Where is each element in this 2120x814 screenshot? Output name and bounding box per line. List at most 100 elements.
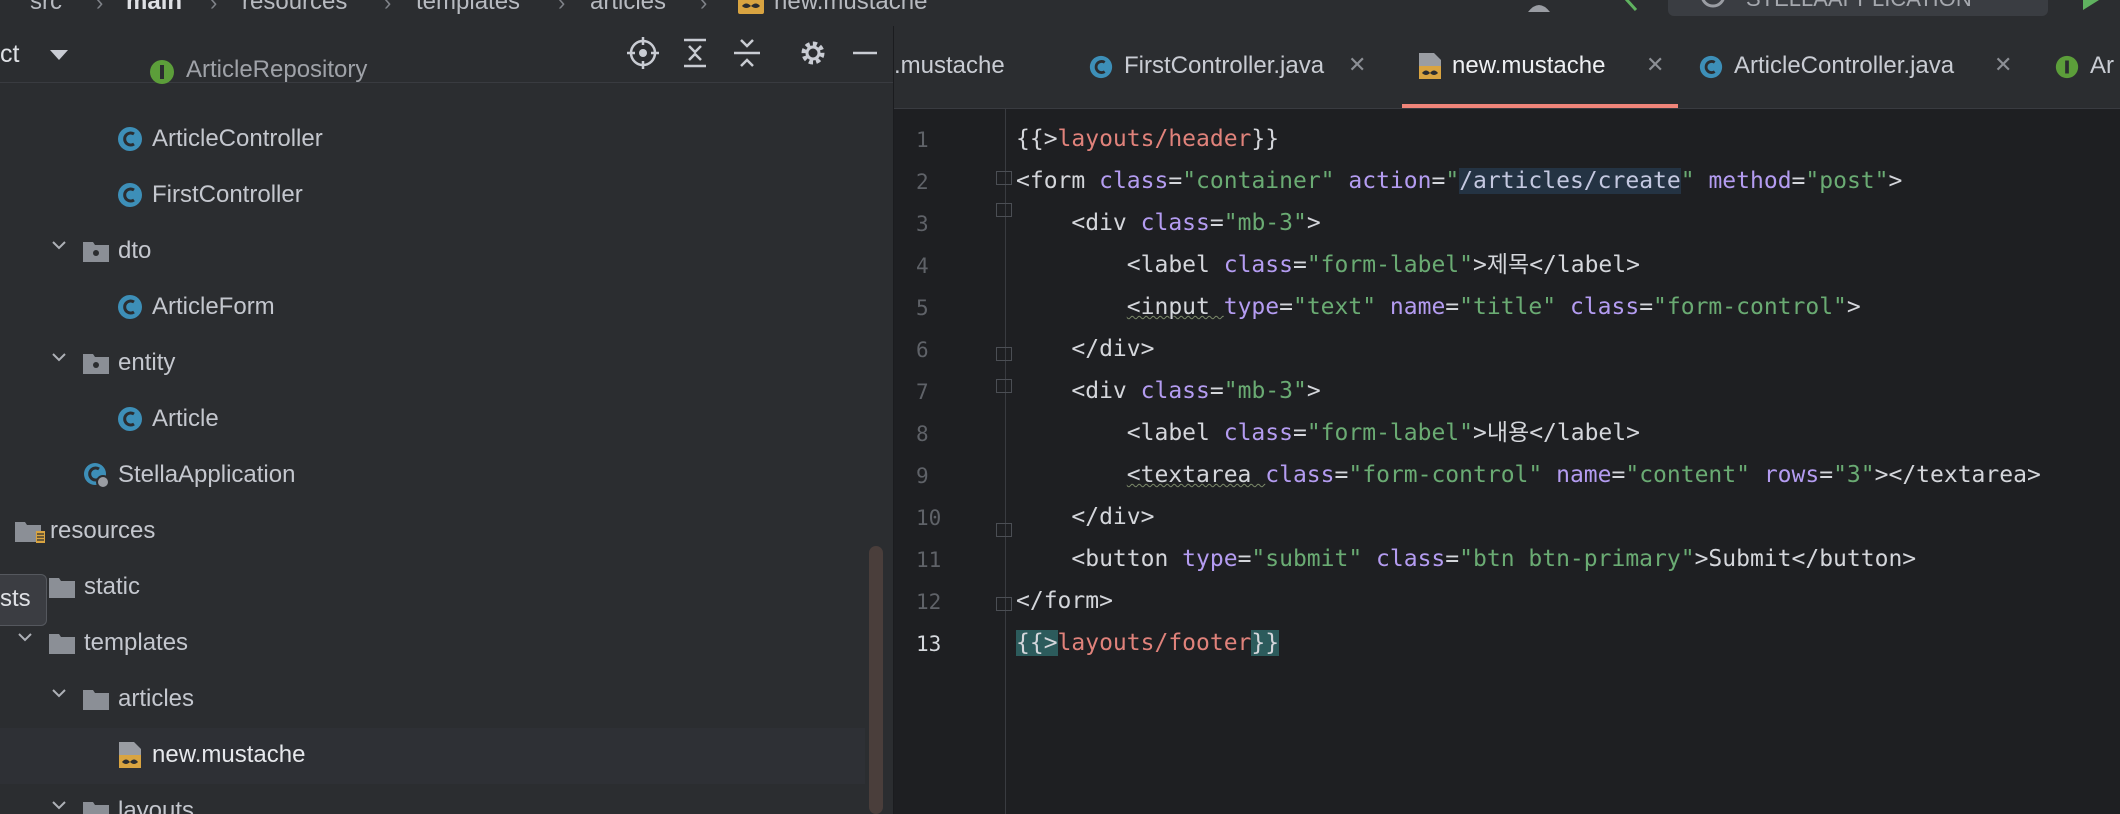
code-token: <form (1016, 168, 1100, 194)
tree-item-layouts[interactable]: layouts (0, 784, 865, 814)
close-icon[interactable]: ✕ (1646, 52, 1664, 78)
code-token: "post" (1805, 168, 1889, 194)
interface-icon (2054, 54, 2080, 85)
code-token: name (1389, 294, 1446, 320)
tab-new-mustache[interactable]: new.mustache ✕ (1402, 26, 1678, 108)
project-panel-scrollbar[interactable] (869, 546, 883, 814)
tree-item-articlecontroller[interactable]: ArticleController (0, 112, 865, 168)
tree-item-label: new.mustache (152, 741, 306, 768)
code-token: > (1888, 168, 1903, 194)
fold-marker-icon[interactable] (996, 597, 1012, 611)
line-number: 7 (916, 380, 929, 404)
back-arrow-icon[interactable] (1620, 0, 1642, 12)
fold-marker-icon[interactable] (996, 379, 1012, 393)
code-line[interactable]: <div class="mb-3"> (1016, 374, 1320, 408)
code-line[interactable]: <div class="mb-3"> (1016, 206, 1321, 240)
line-number: 8 (916, 422, 929, 446)
fold-marker-icon[interactable] (996, 203, 1012, 217)
code-line[interactable]: </div> (1016, 332, 1154, 366)
chevron-down-icon[interactable] (52, 238, 66, 252)
resources-folder-icon (14, 517, 45, 545)
class-icon (116, 405, 144, 433)
tree-item-articles[interactable]: articles (0, 672, 865, 728)
tab-firstcontroller[interactable]: FirstController.java ✕ (1088, 26, 1378, 108)
chevron-down-icon[interactable] (18, 630, 32, 644)
code-token: > (1846, 294, 1861, 320)
tab-articlerepository[interactable]: Ar (2054, 26, 2120, 108)
run-icon[interactable] (2080, 0, 2102, 12)
tree-item-entity[interactable]: entity (0, 336, 865, 392)
code-token: "container" (1182, 168, 1349, 194)
close-icon[interactable]: ✕ (1994, 52, 2012, 78)
class-icon (1088, 54, 1114, 85)
code-area[interactable]: {{>layouts/header}} <form class="containe… (1016, 108, 2116, 814)
code-token: > (1306, 210, 1321, 236)
breadcrumb-resources[interactable]: resources (242, 0, 347, 16)
breadcrumb-file[interactable]: new.mustache (774, 0, 927, 16)
tree-item-articlerepository[interactable]: ArticleRepository (0, 56, 865, 112)
code-token: "submit" (1251, 546, 1377, 572)
tree-item-static[interactable]: static (0, 560, 865, 616)
chevron-down-icon[interactable] (52, 798, 66, 812)
tab-partial-mustache[interactable]: .mustache (894, 26, 1048, 108)
tree-item-resources[interactable]: resources (0, 504, 865, 560)
code-token: <textarea (1126, 462, 1266, 488)
tab-label: ArticleController.java (1734, 52, 1955, 79)
code-token: "mb-3" (1223, 210, 1307, 236)
breadcrumb-articles[interactable]: articles (590, 0, 666, 16)
code-token: = (1209, 378, 1224, 404)
code-token: = (1445, 546, 1460, 572)
line-number: 9 (916, 464, 929, 488)
code-line[interactable]: <input type="text" name="title" class="f… (1016, 290, 1861, 324)
tree-item-dto[interactable]: dto (0, 224, 865, 280)
tree-item-label: templates (84, 629, 189, 656)
code-token: " (1680, 168, 1709, 194)
package-folder-icon (82, 349, 110, 377)
code-line[interactable]: <label class="form-label">내용</label> (1016, 416, 1640, 450)
code-line[interactable]: <textarea class="form-control" name="con… (1016, 458, 2041, 492)
code-line[interactable]: </div> (1016, 500, 1154, 534)
tree-item-firstcontroller[interactable]: FirstController (0, 168, 865, 224)
tree-item-label: articles (118, 685, 195, 712)
chevron-down-icon[interactable] (52, 350, 66, 364)
breadcrumb-src[interactable]: src (30, 0, 62, 16)
code-line[interactable]: <label class="form-label">제목</label> (1016, 248, 1640, 282)
fold-marker-icon[interactable] (996, 171, 1012, 185)
tree-item-article[interactable]: Article (0, 392, 865, 448)
tree-item-articleform[interactable]: ArticleForm (0, 280, 865, 336)
tree-item-new-mustache[interactable]: new.mustache (0, 728, 865, 784)
code-token: /articles/create (1459, 168, 1681, 194)
code-line[interactable]: </form> (1016, 584, 1113, 618)
chevron-down-icon[interactable] (52, 686, 66, 700)
line-number: 11 (916, 548, 942, 572)
line-number: 1 (916, 128, 929, 152)
code-token: <label (1126, 420, 1224, 446)
code-token: = (1209, 210, 1224, 236)
close-icon[interactable]: ✕ (1348, 52, 1366, 78)
user-icon[interactable] (1526, 0, 1552, 12)
class-icon (1698, 54, 1724, 85)
code-token: class (1140, 378, 1210, 404)
tooltip: sts (0, 574, 47, 626)
folder-icon (48, 629, 76, 657)
fold-marker-icon[interactable] (996, 347, 1012, 361)
run-configuration-selector[interactable]: STELLAAPPLICATION (1668, 0, 2048, 16)
tree-item-label: StellaApplication (118, 461, 296, 488)
code-token: = (1292, 420, 1307, 446)
fold-marker-icon[interactable] (996, 523, 1012, 537)
code-line[interactable]: {{>layouts/header}} (1016, 122, 1279, 156)
code-line[interactable]: <button type="submit" class="btn btn-pri… (1016, 542, 1916, 576)
line-number: 4 (916, 254, 929, 278)
line-number: 2 (916, 170, 929, 194)
tab-label: FirstController.java (1124, 52, 1325, 79)
breadcrumb-templates[interactable]: templates (416, 0, 520, 16)
tree-item-templates[interactable]: templates (0, 616, 865, 672)
code-line[interactable]: {{>layouts/footer}} (1016, 626, 1280, 660)
code-line[interactable]: <form class="container" action="/article… (1016, 164, 1902, 198)
folder-icon (48, 573, 76, 601)
tree-item-stellaapplication[interactable]: StellaApplication (0, 448, 865, 504)
class-icon (116, 181, 144, 209)
breadcrumb-main[interactable]: main (126, 0, 182, 16)
tab-articlecontroller[interactable]: ArticleController.java ✕ (1698, 26, 2018, 108)
